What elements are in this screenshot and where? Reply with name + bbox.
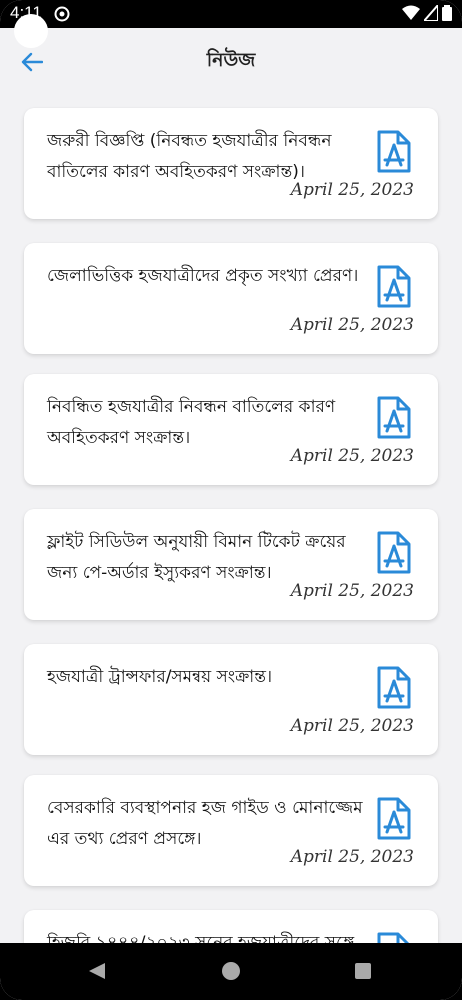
news-title: জেলাভিত্তিক হজযাত্রীদের প্রকৃত সংখ্যা প্…	[47, 266, 359, 286]
news-card[interactable]: বেসরকারি ব্যবস্থাপনার হজ গাইড ও মোনাজ্জে…	[24, 775, 438, 886]
status-icons	[402, 5, 452, 21]
status-bar: 4:11	[0, 0, 462, 28]
news-card[interactable]: ফ্লাইট সিডিউল অনুযায়ী বিমান টিকেট ক্রয়…	[24, 509, 438, 620]
pdf-file-icon[interactable]	[374, 530, 414, 576]
news-card[interactable]: হজযাত্রী ট্রান্সফার/সমন্বয় সংক্রান্ত। A…	[24, 644, 438, 755]
pdf-file-icon[interactable]	[374, 395, 414, 441]
news-date: April 25, 2023	[290, 716, 414, 736]
news-date: April 25, 2023	[290, 581, 414, 601]
battery-icon	[442, 5, 452, 21]
pdf-file-icon[interactable]	[374, 129, 414, 175]
pdf-file-icon[interactable]	[374, 665, 414, 711]
pdf-file-icon[interactable]	[374, 796, 414, 842]
news-card[interactable]: নিবন্ধিত হজযাত্রীর নিবন্ধন বাতিলের কারণ …	[24, 374, 438, 485]
news-title: বেসরকারি ব্যবস্থাপনার হজ গাইড ও মোনাজ্জে…	[47, 798, 363, 849]
news-date: April 25, 2023	[290, 847, 414, 867]
news-card[interactable]: জরুরী বিজ্ঞপ্তি (নিবন্ধত হজযাত্রীর নিবন্…	[24, 108, 438, 219]
news-title: হজযাত্রী ট্রান্সফার/সমন্বয় সংক্রান্ত।	[47, 667, 273, 687]
nav-recents-icon[interactable]	[355, 963, 371, 979]
app-bar: নিউজ	[0, 28, 462, 94]
news-screen: 4:11 নিউজ জরুরী বিজ্ঞপ্তি (নিবন্ধত হজযাত…	[0, 0, 462, 1000]
news-date: April 25, 2023	[290, 446, 414, 466]
page-title: নিউজ	[206, 49, 256, 71]
system-nav-bar	[0, 943, 462, 1000]
wifi-icon	[402, 5, 420, 20]
news-date: April 25, 2023	[290, 180, 414, 200]
news-card[interactable]: জেলাভিত্তিক হজযাত্রীদের প্রকৃত সংখ্যা প্…	[24, 243, 438, 354]
news-title: ফ্লাইট সিডিউল অনুযায়ী বিমান টিকেট ক্রয়…	[47, 532, 346, 583]
nav-home-icon[interactable]	[222, 962, 240, 980]
nav-back-icon[interactable]	[88, 962, 106, 980]
news-title: নিবন্ধিত হজযাত্রীর নিবন্ধন বাতিলের কারণ …	[47, 397, 336, 448]
signal-icon	[424, 5, 438, 21]
news-title: জরুরী বিজ্ঞপ্তি (নিবন্ধত হজযাত্রীর নিবন্…	[47, 131, 332, 182]
news-date: April 25, 2023	[290, 315, 414, 335]
pdf-file-icon[interactable]	[374, 264, 414, 310]
notification-icon	[54, 6, 70, 22]
screen-touch-indicator	[14, 14, 48, 48]
